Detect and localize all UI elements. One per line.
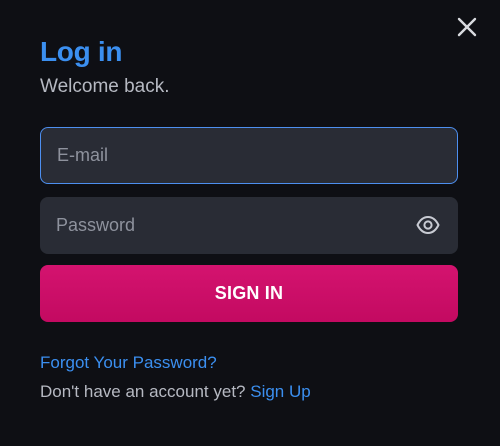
page-subtitle: Welcome back.	[40, 76, 170, 97]
password-field[interactable]	[40, 197, 458, 254]
email-field[interactable]	[41, 128, 457, 183]
login-modal: Log in Welcome back. SIGN IN Forgot Your…	[0, 0, 500, 446]
sign-up-link[interactable]: Sign Up	[250, 382, 310, 401]
close-button[interactable]	[456, 16, 478, 38]
eye-icon	[416, 216, 440, 234]
page-title: Log in	[40, 36, 123, 67]
signup-prompt: Don't have an account yet? Sign Up	[40, 382, 311, 402]
password-visibility-toggle[interactable]	[416, 215, 440, 235]
forgot-password-link[interactable]: Forgot Your Password?	[40, 353, 217, 373]
no-account-text: Don't have an account yet?	[40, 382, 246, 401]
sign-in-button[interactable]: SIGN IN	[40, 265, 458, 322]
close-icon	[457, 17, 477, 37]
email-field-container	[40, 127, 458, 184]
password-field-container	[40, 197, 458, 254]
